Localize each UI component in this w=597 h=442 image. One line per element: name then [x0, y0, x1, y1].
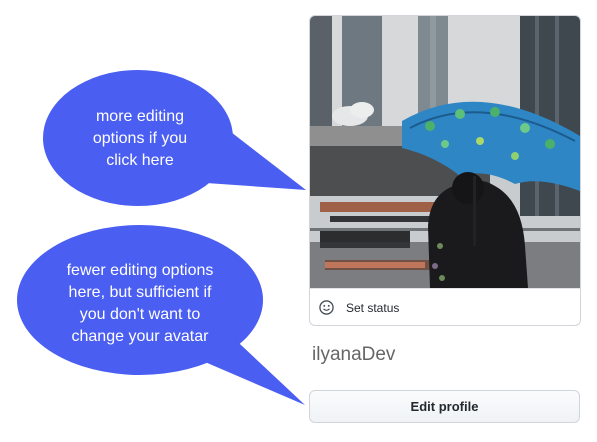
set-status-label: Set status [346, 300, 400, 315]
profile-sidebar-annotated: Set status ilyanaDev Edit profile more e… [0, 0, 597, 442]
avatar-card: Set status [309, 15, 581, 326]
edit-profile-button[interactable]: Edit profile [309, 390, 580, 423]
set-status-button[interactable]: Set status [310, 288, 580, 325]
username: ilyanaDev [312, 344, 396, 365]
smiley-icon [319, 300, 334, 315]
avatar[interactable] [310, 16, 580, 288]
callout-top-text: more editing options if you click here [92, 108, 188, 169]
callout-bottom-text: fewer editing options here, but sufficie… [66, 262, 214, 345]
